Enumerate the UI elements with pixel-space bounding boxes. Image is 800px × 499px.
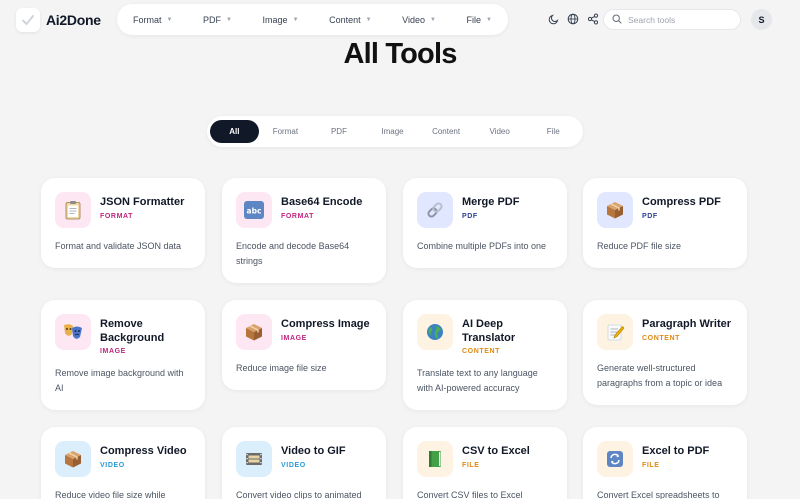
abc-icon: abc	[236, 192, 272, 228]
card-title: CSV to Excel	[462, 445, 530, 457]
card-description: Convert video clips to animated	[236, 490, 362, 499]
tab-pdf[interactable]: PDF	[312, 120, 366, 143]
tool-card-json-formatter[interactable]: JSON Formatter FORMAT Format and validat…	[41, 178, 205, 268]
nav-label: File	[466, 14, 482, 25]
card-category: VIDEO	[100, 461, 125, 469]
avatar[interactable]: S	[751, 9, 772, 30]
chevron-down-icon: ▼	[429, 16, 436, 23]
card-description: Translate text to any language with AI-p…	[417, 368, 538, 393]
tab-file[interactable]: File	[526, 120, 580, 143]
nav-format[interactable]: Format ▼	[133, 15, 172, 25]
card-category: VIDEO	[281, 461, 306, 469]
tool-card-merge-pdf[interactable]: Merge PDF PDF Combine multiple PDFs into…	[403, 178, 567, 268]
card-description: Remove image background with AI	[55, 368, 184, 393]
checkmark-logo-icon	[16, 8, 40, 32]
card-description: Reduce image file size	[236, 363, 327, 373]
link-icon	[417, 192, 453, 228]
globe-icon	[417, 314, 453, 350]
card-category: FORMAT	[281, 212, 315, 220]
tool-card-ai-deep-translator[interactable]: AI Deep Translator CONTENT Translate tex…	[403, 300, 567, 410]
tool-card-excel-to-pdf[interactable]: Excel to PDF FILE Convert Excel spreadsh…	[583, 427, 747, 499]
card-description: Combine multiple PDFs into one	[417, 241, 547, 251]
memo-icon	[597, 314, 633, 350]
chevron-down-icon: ▼	[365, 16, 372, 23]
nav-file[interactable]: File ▼	[467, 15, 492, 25]
masks-icon	[55, 314, 91, 350]
tool-card-compress-video[interactable]: Compress Video VIDEO Reduce video file s…	[41, 427, 205, 499]
nav-pdf[interactable]: PDF ▼	[203, 15, 232, 25]
card-category: CONTENT	[642, 334, 681, 342]
tab-video[interactable]: Video	[473, 120, 527, 143]
package-icon	[236, 314, 272, 350]
card-title: Paragraph Writer	[642, 318, 732, 330]
card-description: Convert Excel spreadsheets to	[597, 490, 720, 499]
card-description: Encode and decode Base64 strings	[236, 241, 350, 266]
card-title: Video to GIF	[281, 445, 346, 457]
card-description: Reduce PDF file size	[597, 241, 682, 251]
card-category: IMAGE	[100, 348, 126, 355]
film-icon	[236, 441, 272, 477]
search-box[interactable]	[603, 9, 741, 30]
tab-format[interactable]: Format	[259, 120, 313, 143]
card-description: Convert CSV files to Excel	[417, 490, 523, 499]
card-category: PDF	[462, 212, 478, 220]
search-icon	[612, 11, 622, 29]
card-category: FILE	[642, 461, 660, 469]
main-nav: Format ▼ PDF ▼ Image ▼ Content ▼ Video ▼ File…	[117, 4, 508, 35]
search-input[interactable]	[628, 14, 728, 25]
card-title: Compress Video	[100, 445, 187, 457]
svg-text:abc: abc	[247, 207, 262, 216]
share-icon[interactable]	[586, 12, 600, 26]
tool-card-video-to-gif[interactable]: Video to GIF VIDEO Convert video clips t…	[222, 427, 386, 499]
category-filter-tabs: All Format PDF Image Content Video File	[207, 116, 583, 147]
package-icon	[55, 441, 91, 477]
card-description: Format and validate JSON data	[55, 241, 182, 251]
logo[interactable]: Ai2Done	[16, 8, 101, 32]
nav-label: PDF	[203, 14, 222, 25]
refresh-icon	[597, 441, 633, 477]
clipboard-icon	[55, 192, 91, 228]
nav-content[interactable]: Content ▼	[329, 15, 371, 25]
chevron-down-icon: ▼	[226, 16, 232, 23]
card-category: PDF	[642, 212, 658, 220]
card-category: FILE	[462, 461, 480, 469]
nav-label: Format	[133, 14, 162, 25]
card-description: Generate well-structured paragraphs from…	[597, 363, 723, 388]
tool-card-paragraph-writer[interactable]: Paragraph Writer CONTENT Generate well-s…	[583, 300, 747, 405]
tool-card-csv-to-excel[interactable]: CSV to Excel FILE Convert CSV files to E…	[403, 427, 567, 499]
tool-card-remove-background[interactable]: Remove Background IMAGE Remove image bac…	[41, 300, 205, 410]
nav-video[interactable]: Video ▼	[402, 15, 436, 25]
chevron-down-icon: ▼	[292, 16, 299, 23]
moon-icon[interactable]	[547, 12, 561, 26]
nav-image[interactable]: Image ▼	[263, 15, 299, 25]
green-book-icon	[417, 441, 453, 477]
nav-label: Video	[402, 14, 425, 25]
card-title: Merge PDF	[462, 196, 520, 208]
chevron-down-icon: ▼	[166, 16, 173, 23]
card-title: Base64 Encode	[281, 196, 363, 208]
card-category: FORMAT	[100, 212, 134, 220]
card-title: JSON Formatter	[100, 196, 185, 208]
tab-content[interactable]: Content	[419, 120, 473, 143]
tab-image[interactable]: Image	[366, 120, 420, 143]
nav-label: Image	[262, 14, 288, 25]
package-icon	[597, 192, 633, 228]
tool-card-compress-image[interactable]: Compress Image IMAGE Reduce image file s…	[222, 300, 386, 390]
card-category: CONTENT	[462, 348, 501, 355]
chevron-down-icon: ▼	[486, 16, 492, 23]
tool-card-base64-encode[interactable]: abc Base64 Encode FORMAT Encode and deco…	[222, 178, 386, 283]
page-title: All Tools	[343, 38, 457, 70]
nav-label: Content	[329, 14, 361, 25]
card-category: IMAGE	[281, 334, 307, 342]
tab-all[interactable]: All	[210, 120, 259, 143]
card-description: Reduce video file size while	[55, 490, 166, 499]
logo-text: Ai2Done	[46, 12, 101, 28]
card-title: Compress Image	[281, 318, 370, 330]
card-title: AI Deep Translator	[462, 318, 516, 344]
card-title: Compress PDF	[642, 196, 721, 208]
card-title: Remove Background	[100, 318, 165, 344]
globe-language-icon[interactable]	[566, 12, 580, 26]
tool-card-compress-pdf[interactable]: Compress PDF PDF Reduce PDF file size	[583, 178, 747, 268]
card-title: Excel to PDF	[642, 445, 710, 457]
